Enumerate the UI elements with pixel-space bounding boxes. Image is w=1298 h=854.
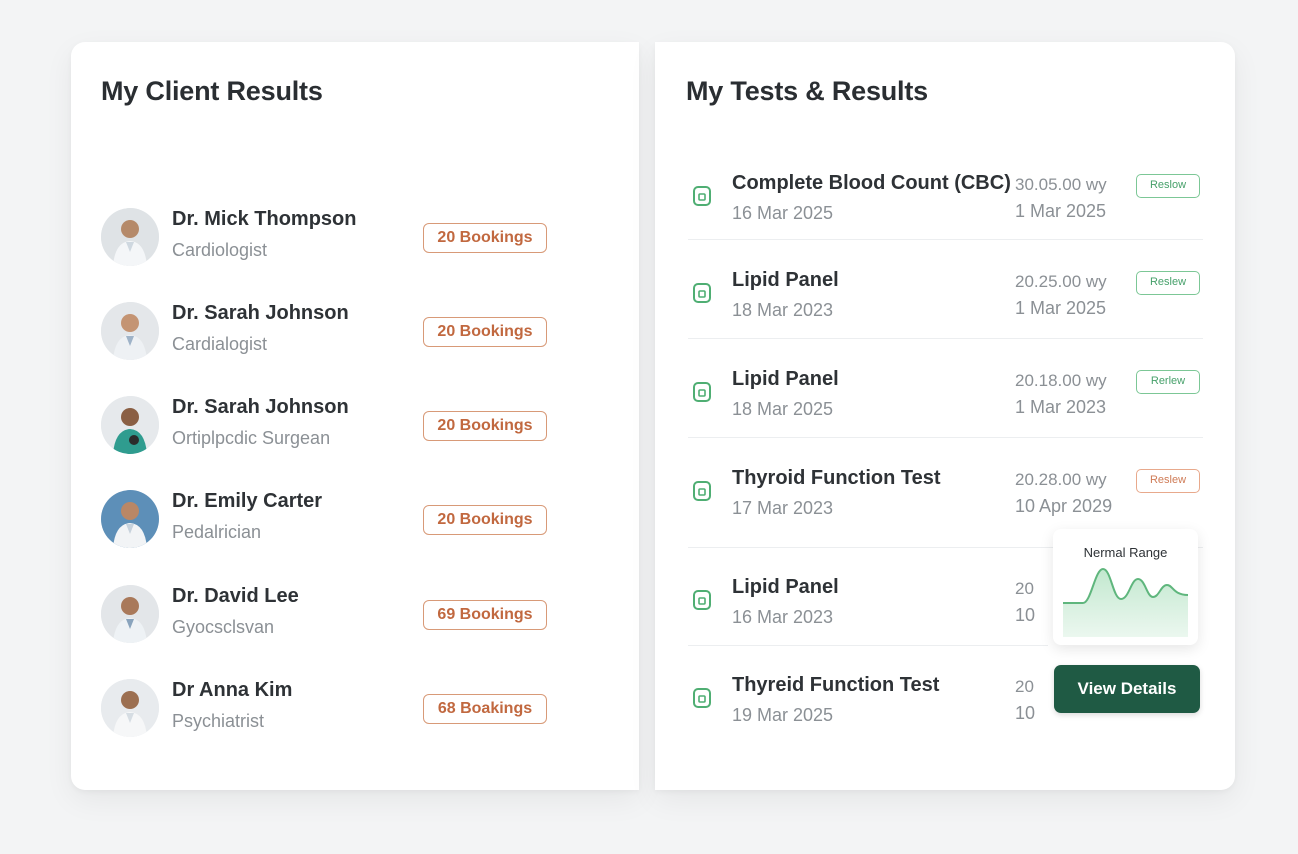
normal-range-title: Nermal Range: [1083, 545, 1168, 560]
tests-results-title: My Tests & Results: [686, 76, 928, 106]
avatar: [101, 302, 159, 360]
review-button[interactable]: Reslew: [1136, 469, 1200, 493]
bookings-badge[interactable]: 69 Bookings: [423, 600, 547, 630]
test-ref-date: 1 Mar 2025: [1015, 201, 1107, 221]
bookings-badge[interactable]: 68 Boakings: [423, 694, 547, 724]
bookings-badge[interactable]: 20 Bookings: [423, 411, 547, 441]
test-ref-date: 10 Apr 2029: [1015, 496, 1113, 516]
test-name: Lipid Panel: [732, 368, 839, 390]
avatar: [101, 208, 159, 266]
doctor-row[interactable]: Dr. David Lee Gyocsclsvan 69 Bookings: [71, 579, 639, 649]
test-ref-date: 10: [1015, 703, 1036, 723]
test-value: 20: [1015, 677, 1034, 696]
test-date: 19 Mar 2025: [732, 705, 834, 725]
doctor-name: Dr. Mick Thompson: [172, 208, 357, 230]
test-value: 20.25.00 wy: [1015, 272, 1107, 291]
bookings-badge[interactable]: 20 Bookings: [423, 317, 547, 347]
test-value: 20: [1015, 579, 1034, 598]
divider: [688, 437, 1203, 438]
doctor-row[interactable]: Dr. Sarah Johnson Ortiplpcdic Surgean 20…: [71, 390, 639, 460]
doctor-specialty: Psychiatrist: [172, 711, 265, 731]
test-name: Complete Blood Count (CBC): [732, 172, 1011, 194]
test-name: Lipid Panel: [732, 269, 839, 291]
test-ref-date: 1 Mar 2025: [1015, 298, 1107, 318]
test-value: 20.18.00 wy: [1015, 371, 1107, 390]
doctor-specialty: Cardiologist: [172, 240, 268, 260]
test-row[interactable]: Lipid Panel 18 Mar 2025 20.18.00 wy 1 Ma…: [655, 351, 1235, 449]
review-button[interactable]: Reslew: [1136, 271, 1200, 295]
bookings-badge[interactable]: 20 Bookings: [423, 505, 547, 535]
review-button[interactable]: Rerlew: [1136, 370, 1200, 394]
document-icon: [691, 282, 713, 304]
avatar: [101, 679, 159, 737]
document-icon: [691, 185, 713, 207]
divider: [688, 239, 1203, 240]
test-name: Thyroid Function Test: [732, 467, 941, 489]
test-value: 30.05.00 wy: [1015, 175, 1107, 194]
document-icon: [691, 687, 713, 709]
doctor-row[interactable]: Dr. Sarah Johnson Cardialogist 20 Bookin…: [71, 296, 639, 366]
doctor-specialty: Cardialogist: [172, 334, 268, 354]
doctor-name: Dr. Sarah Johnson: [172, 302, 349, 324]
test-date: 16 Mar 2023: [732, 607, 834, 627]
doctor-name: Dr. David Lee: [172, 585, 299, 607]
doctor-name: Dr. Sarah Johnson: [172, 396, 349, 418]
test-ref-date: 1 Mar 2023: [1015, 397, 1107, 417]
doctor-specialty: Pedalrician: [172, 522, 262, 542]
doctor-name: Dr. Emily Carter: [172, 490, 323, 512]
doctor-specialty: Ortiplpcdic Surgean: [172, 428, 331, 448]
test-row[interactable]: Lipid Panel 18 Mar 2023 20.25.00 wy 1 Ma…: [655, 252, 1235, 350]
document-icon: [691, 480, 713, 502]
document-icon: [691, 589, 713, 611]
test-ref-date: 10: [1015, 605, 1036, 625]
doctor-specialty: Gyocsclsvan: [172, 617, 275, 637]
normal-range-sparkline: [1063, 567, 1188, 637]
avatar: [101, 585, 159, 643]
doctor-row[interactable]: Dr Anna Kim Psychiatrist 68 Boakings: [71, 673, 639, 743]
divider: [688, 338, 1203, 339]
doctor-name: Dr Anna Kim: [172, 679, 293, 701]
test-date: 18 Mar 2025: [732, 399, 834, 419]
test-name: Thyreid Function Test: [732, 674, 940, 696]
test-name: Lipid Panel: [732, 576, 839, 598]
client-results-title: My Client Results: [101, 76, 323, 106]
document-icon: [691, 381, 713, 403]
test-date: 16 Mar 2025: [732, 203, 834, 223]
test-value: 20.28.00 wy: [1015, 470, 1107, 489]
view-details-button[interactable]: View Details: [1054, 665, 1200, 713]
doctor-row[interactable]: Dr. Mick Thompson Cardiologist 20 Bookin…: [71, 202, 639, 272]
test-date: 18 Mar 2023: [732, 300, 834, 320]
normal-range-popover: Nermal Range: [1053, 529, 1198, 645]
tests-results-card: My Tests & Results Complete Blood Count …: [655, 42, 1235, 790]
review-button[interactable]: Reslow: [1136, 174, 1200, 198]
client-results-card: My Client Results Dr. Mick Thompson Card…: [71, 42, 639, 790]
divider: [688, 645, 1048, 646]
doctor-row[interactable]: Dr. Emily Carter Pedalrician 20 Bookings: [71, 484, 639, 554]
test-date: 17 Mar 2023: [732, 498, 834, 518]
avatar: [101, 490, 159, 548]
bookings-badge[interactable]: 20 Bookings: [423, 223, 547, 253]
avatar: [101, 396, 159, 454]
